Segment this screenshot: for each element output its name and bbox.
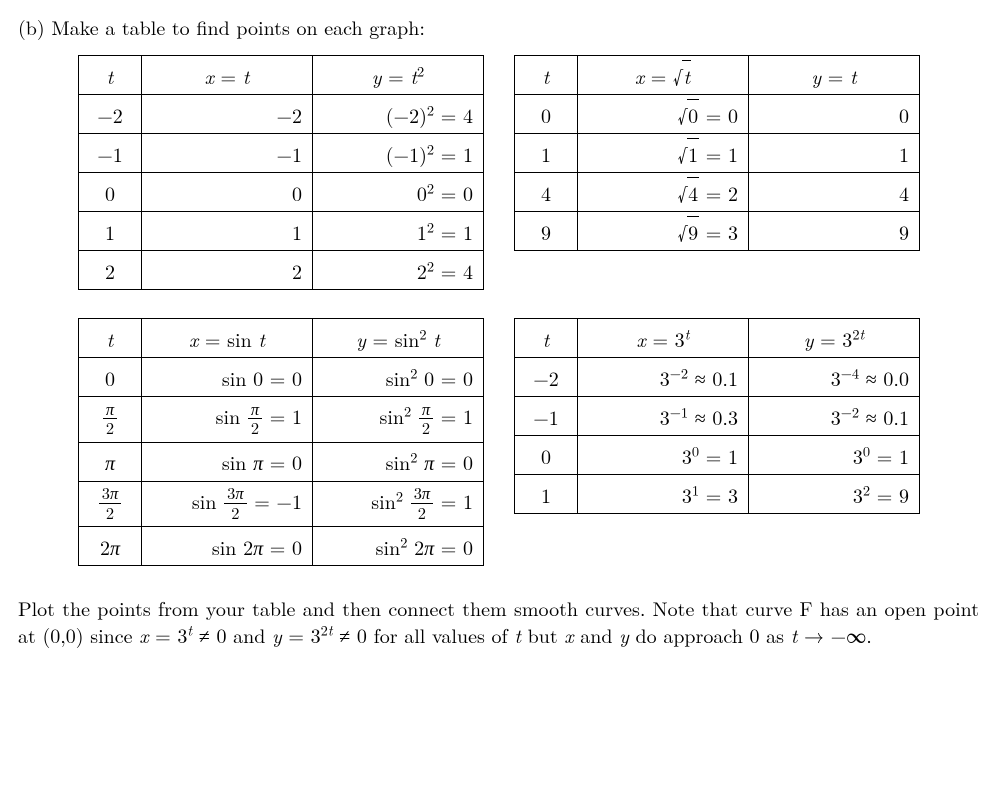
table-cell: sin2 3π2 = 1 [313, 481, 484, 527]
table-cell: 1 = 1 [578, 134, 749, 173]
table-cell: 9 [749, 212, 920, 251]
tables-row-1: t x = t y = t2 −2 −2 (−2)2 = 4 −1 −1 (−1… [78, 55, 979, 290]
table-cell: 1 [79, 212, 142, 251]
table-cell: −2 [79, 95, 142, 134]
table-cell: −1 [515, 397, 578, 436]
table-cell: 3−1 ≈ 0.3 [578, 397, 749, 436]
table-cell: 3−2 ≈ 0.1 [749, 397, 920, 436]
table-cell: 2π [79, 527, 142, 566]
t4-hdr-y: y = 32t [749, 319, 920, 358]
t2-hdr-t: t [515, 56, 578, 95]
table-cell: 12 = 1 [313, 212, 484, 251]
table-cell: 2 [142, 251, 313, 290]
table-cell: 0 [79, 358, 142, 397]
table-cell: 1 [515, 134, 578, 173]
t2-hdr-y: y = t [749, 56, 920, 95]
table-cell: 4 [749, 173, 920, 212]
intro-text: Make a table to find points on each grap… [51, 12, 425, 41]
table-cell: sin2 2π = 0 [313, 527, 484, 566]
table-cell: −2 [142, 95, 313, 134]
table-cell: 0 [79, 173, 142, 212]
table-cell: (−2)2 = 4 [313, 95, 484, 134]
table-cell: 9 [515, 212, 578, 251]
t3-hdr-y: y = sin2 t [313, 319, 484, 358]
table-cell: sin2 π = 0 [313, 442, 484, 481]
table-cell: 0 [515, 436, 578, 475]
table-1: t x = t y = t2 −2 −2 (−2)2 = 4 −1 −1 (−1… [78, 55, 484, 290]
table-cell: 4 = 2 [578, 173, 749, 212]
table-2: t x = t y = t 0 0 = 0 0 1 1 = 1 1 4 4 = … [514, 55, 920, 251]
table-cell: π2 [79, 397, 142, 443]
table-cell: 3−4 ≈ 0.0 [749, 358, 920, 397]
table-cell: 0 [142, 173, 313, 212]
table-cell: 22 = 4 [313, 251, 484, 290]
table-cell: 3−2 ≈ 0.1 [578, 358, 749, 397]
intro-line: (b) Make a table to find points on each … [18, 12, 979, 41]
table-4: t x = 3t y = 32t −2 3−2 ≈ 0.1 3−4 ≈ 0.0 … [514, 318, 920, 514]
table-cell: 4 [515, 173, 578, 212]
t1-hdr-y: y = t2 [313, 56, 484, 95]
table-cell: −1 [79, 134, 142, 173]
table-cell: sin 0 = 0 [142, 358, 313, 397]
table-cell: 9 = 3 [578, 212, 749, 251]
t1-hdr-x: x = t [142, 56, 313, 95]
t3-hdr-t: t [79, 319, 142, 358]
table-cell: (−1)2 = 1 [313, 134, 484, 173]
table-cell: −2 [515, 358, 578, 397]
table-cell: 0 = 0 [578, 95, 749, 134]
part-label: (b) [18, 12, 45, 41]
t2-hdr-x: x = t [578, 56, 749, 95]
table-cell: 2 [79, 251, 142, 290]
t4-hdr-x: x = 3t [578, 319, 749, 358]
table-cell: sin π2 = 1 [142, 397, 313, 443]
table-cell: sin2 0 = 0 [313, 358, 484, 397]
table-cell: 02 = 0 [313, 173, 484, 212]
table-cell: 32 = 9 [749, 475, 920, 514]
table-cell: 30 = 1 [749, 436, 920, 475]
table-cell: −1 [142, 134, 313, 173]
table-cell: 1 [142, 212, 313, 251]
table-3: t x = sin t y = sin2 t 0 sin 0 = 0 sin2 … [78, 318, 484, 566]
table-cell: sin π = 0 [142, 442, 313, 481]
outro-paragraph: Plot the points from your table and then… [18, 594, 979, 648]
table-cell: 1 [749, 134, 920, 173]
tables-row-2: t x = sin t y = sin2 t 0 sin 0 = 0 sin2 … [78, 318, 979, 566]
table-cell: sin2 π2 = 1 [313, 397, 484, 443]
t3-hdr-x: x = sin t [142, 319, 313, 358]
table-cell: π [79, 442, 142, 481]
table-cell: 1 [515, 475, 578, 514]
t4-hdr-t: t [515, 319, 578, 358]
table-cell: 31 = 3 [578, 475, 749, 514]
table-cell: 0 [749, 95, 920, 134]
table-cell: sin 3π2 = −1 [142, 481, 313, 527]
table-cell: 0 [515, 95, 578, 134]
t1-hdr-t: t [79, 56, 142, 95]
table-cell: 30 = 1 [578, 436, 749, 475]
table-cell: 3π2 [79, 481, 142, 527]
table-cell: sin 2π = 0 [142, 527, 313, 566]
